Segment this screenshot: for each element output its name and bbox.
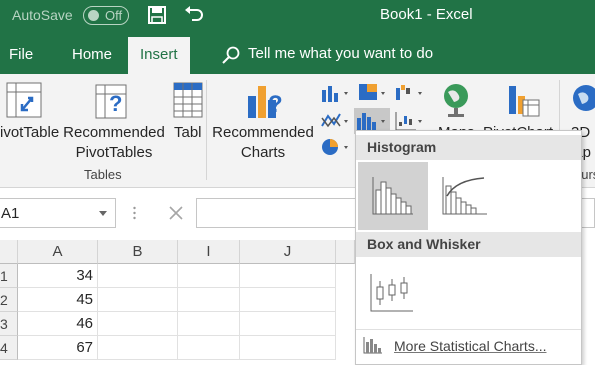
3d-map-icon[interactable] bbox=[570, 82, 595, 118]
tab-file[interactable]: File bbox=[9, 46, 33, 63]
recommended-pivottables-label[interactable]: Recommended PivotTables bbox=[63, 123, 165, 163]
table-label[interactable]: Tabl bbox=[174, 123, 202, 143]
tab-insert[interactable]: Insert bbox=[128, 37, 190, 74]
toggle-knob bbox=[88, 10, 99, 21]
more-statistical-charts-label: More Statistical Charts... bbox=[394, 338, 547, 354]
row-header-1[interactable]: 1 bbox=[0, 264, 18, 288]
pivotchart-icon[interactable] bbox=[505, 82, 541, 120]
name-box-value: A1 bbox=[1, 205, 20, 222]
column-header-next[interactable] bbox=[336, 240, 355, 264]
cell-j3[interactable] bbox=[240, 312, 336, 336]
cell-a1[interactable]: 34 bbox=[18, 264, 98, 288]
cell-b1[interactable] bbox=[98, 264, 178, 288]
waterfall-chart-button[interactable] bbox=[394, 82, 426, 104]
maps-icon[interactable] bbox=[440, 82, 472, 118]
cell-b4[interactable] bbox=[98, 336, 178, 360]
cell-a4[interactable]: 67 bbox=[18, 336, 98, 360]
cell-i4[interactable] bbox=[178, 336, 240, 360]
histogram-chart-option[interactable] bbox=[358, 162, 428, 230]
recommended-charts-line1: Recommended bbox=[212, 124, 314, 141]
recommended-charts-line2: Charts bbox=[240, 144, 286, 161]
name-box[interactable]: A1 bbox=[0, 198, 116, 228]
ribbon-separator bbox=[206, 80, 207, 180]
recommended-charts-icon[interactable]: ? bbox=[246, 82, 286, 122]
autosave-state: Off bbox=[105, 8, 123, 23]
pareto-chart-option[interactable] bbox=[430, 162, 500, 230]
histogram-small-icon bbox=[363, 337, 382, 354]
cell-j2[interactable] bbox=[240, 288, 336, 312]
tables-group-label: Tables bbox=[84, 167, 122, 182]
pivottable-label[interactable]: ivotTable bbox=[0, 123, 59, 143]
row-header-4[interactable]: 4 bbox=[0, 336, 18, 360]
cell-a2[interactable]: 45 bbox=[18, 288, 98, 312]
tell-me-text: Tell me what you want to do bbox=[248, 45, 434, 62]
autosave-label: AutoSave bbox=[12, 7, 73, 23]
histogram-chart-icon bbox=[372, 177, 413, 215]
column-header-i[interactable]: I bbox=[178, 240, 240, 264]
autosave-toggle[interactable]: Off bbox=[83, 6, 129, 25]
box-whisker-chart-option[interactable] bbox=[358, 259, 428, 325]
box-whisker-chart-icon bbox=[370, 274, 413, 312]
cell-j1[interactable] bbox=[240, 264, 336, 288]
undo-icon[interactable] bbox=[184, 6, 204, 24]
row-header-3[interactable]: 3 bbox=[0, 312, 18, 336]
cell-i3[interactable] bbox=[178, 312, 240, 336]
scatter-chart-button[interactable] bbox=[394, 110, 426, 132]
lightbulb-icon bbox=[222, 46, 240, 64]
hierarchy-chart-button[interactable] bbox=[357, 82, 389, 104]
cell-i1[interactable] bbox=[178, 264, 240, 288]
line-chart-button[interactable] bbox=[320, 110, 352, 132]
ribbon-tabs: File Home Insert Tell me what you want t… bbox=[0, 32, 595, 74]
histogram-section-header: Histogram bbox=[356, 135, 581, 160]
column-header-a[interactable]: A bbox=[18, 240, 98, 264]
recommended-pivottables-line2: PivotTables bbox=[75, 144, 153, 161]
chevron-down-icon[interactable] bbox=[99, 211, 107, 216]
pareto-chart-icon bbox=[442, 177, 487, 215]
box-whisker-section-header: Box and Whisker bbox=[356, 232, 581, 257]
recommended-pivottables-icon[interactable]: ? bbox=[95, 82, 131, 120]
svg-text:?: ? bbox=[268, 91, 283, 118]
document-title: Book1 - Excel bbox=[380, 6, 473, 23]
column-header-j[interactable]: J bbox=[240, 240, 336, 264]
cell-i2[interactable] bbox=[178, 288, 240, 312]
cell-b2[interactable] bbox=[98, 288, 178, 312]
title-bar: AutoSave Off Book1 - Excel bbox=[0, 0, 595, 32]
drag-handle-icon[interactable] bbox=[133, 206, 136, 220]
cell-b3[interactable] bbox=[98, 312, 178, 336]
row-header-2[interactable]: 2 bbox=[0, 288, 18, 312]
pie-chart-button[interactable] bbox=[320, 136, 352, 158]
save-icon[interactable] bbox=[148, 6, 166, 24]
recommended-charts-label[interactable]: Recommended Charts bbox=[212, 123, 314, 163]
select-all-corner[interactable] bbox=[0, 240, 18, 264]
svg-text:?: ? bbox=[109, 91, 122, 116]
close-icon[interactable] bbox=[168, 205, 184, 221]
table-icon[interactable] bbox=[173, 82, 203, 118]
cell-j4[interactable] bbox=[240, 336, 336, 360]
cell-a3[interactable]: 46 bbox=[18, 312, 98, 336]
column-chart-button[interactable] bbox=[320, 82, 352, 104]
recommended-pivottables-line1: Recommended bbox=[63, 124, 165, 141]
statistic-chart-dropdown: Histogram Box and Whisker More Statistic… bbox=[355, 130, 582, 365]
column-header-b[interactable]: B bbox=[98, 240, 178, 264]
tab-home[interactable]: Home bbox=[72, 46, 112, 63]
more-statistical-charts-link[interactable]: More Statistical Charts... bbox=[356, 329, 581, 359]
pivottable-icon[interactable] bbox=[6, 82, 42, 118]
